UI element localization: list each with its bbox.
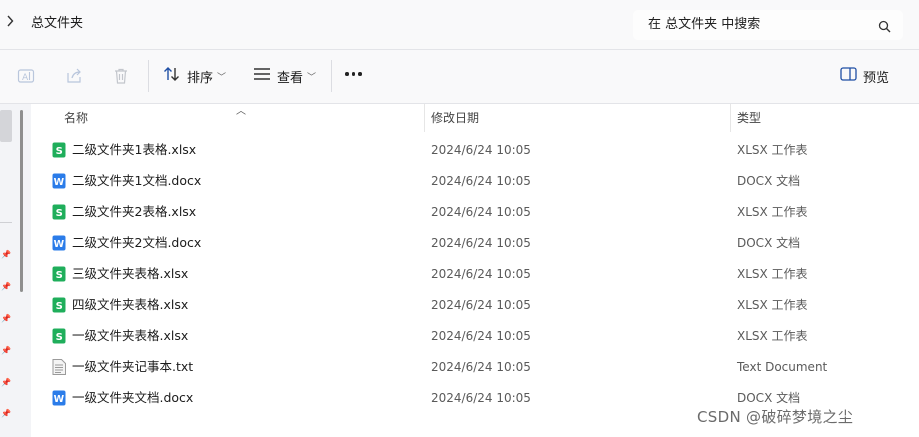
svg-text:S: S [56, 301, 63, 312]
nav-selected-item[interactable] [0, 110, 12, 142]
file-type: XLSX 工作表 [737, 143, 808, 157]
docx-icon: W [52, 235, 66, 251]
file-modified: 2024/6/24 10:05 [431, 329, 531, 343]
preview-button[interactable]: 预览 [840, 64, 889, 88]
delete-icon[interactable] [111, 66, 131, 86]
file-row[interactable]: S 三级文件夹表格.xlsx 2024/6/24 10:05 XLSX 工作表 [31, 259, 919, 290]
pin-icon: 📌 [1, 409, 11, 418]
column-divider[interactable] [730, 104, 731, 132]
preview-pane-icon [840, 67, 857, 85]
file-name: 二级文件夹1表格.xlsx [72, 142, 197, 157]
file-modified: 2024/6/24 10:05 [431, 174, 531, 188]
file-modified: 2024/6/24 10:05 [431, 143, 531, 157]
file-name: 二级文件夹2表格.xlsx [72, 204, 197, 219]
file-name: 一级文件夹表格.xlsx [72, 328, 189, 343]
column-header-type[interactable]: 类型 [737, 110, 761, 126]
view-list-icon [253, 67, 271, 85]
sort-label: 排序 [187, 70, 214, 86]
file-name: 二级文件夹2文档.docx [72, 235, 202, 250]
file-modified: 2024/6/24 10:05 [431, 236, 531, 250]
file-name: 一级文件夹记事本.txt [72, 359, 194, 374]
file-modified: 2024/6/24 10:05 [431, 391, 531, 405]
file-type: XLSX 工作表 [737, 267, 808, 281]
pin-icon: 📌 [1, 250, 11, 259]
navigation-pane: 📌 📌 📌 📌 📌 📌 [0, 104, 31, 437]
toolbar-divider [148, 60, 149, 92]
file-type: DOCX 文档 [737, 391, 801, 405]
svg-text:S: S [56, 270, 63, 281]
file-type: Text Document [737, 360, 828, 374]
xlsx-icon: S [52, 204, 66, 220]
file-modified: 2024/6/24 10:05 [431, 267, 531, 281]
expand-chevron-icon[interactable] [4, 15, 16, 33]
file-row[interactable]: S 二级文件夹1表格.xlsx 2024/6/24 10:05 XLSX 工作表 [31, 135, 919, 166]
toolbar-divider [331, 60, 332, 92]
file-row[interactable]: S 二级文件夹2表格.xlsx 2024/6/24 10:05 XLSX 工作表 [31, 197, 919, 228]
pin-icon: 📌 [1, 282, 11, 291]
sort-ascending-icon: ︿ [236, 106, 246, 117]
column-header-row: ︿ 名称 修改日期 类型 [31, 104, 919, 132]
column-divider[interactable] [424, 104, 425, 132]
file-type: XLSX 工作表 [737, 298, 808, 312]
file-name: 一级文件夹文档.docx [72, 390, 194, 405]
svg-text:W: W [54, 239, 65, 250]
file-name: 四级文件夹表格.xlsx [72, 297, 189, 312]
address-bar: 总文件夹 在 总文件夹 中搜索 [0, 0, 919, 50]
sort-icon [163, 66, 181, 86]
file-type: DOCX 文档 [737, 236, 801, 250]
file-row[interactable]: 一级文件夹记事本.txt 2024/6/24 10:05 Text Document [31, 352, 919, 383]
file-modified: 2024/6/24 10:05 [431, 360, 531, 374]
svg-text:S: S [56, 332, 63, 343]
pin-icon: 📌 [1, 346, 11, 355]
breadcrumb[interactable]: 总文件夹 [31, 15, 83, 33]
file-type: DOCX 文档 [737, 174, 801, 188]
svg-text:A: A [22, 73, 29, 83]
chevron-down-icon: ﹀ [217, 72, 227, 83]
view-label: 查看 [277, 70, 304, 86]
txt-icon [52, 359, 66, 375]
svg-text:W: W [54, 394, 65, 405]
file-name: 二级文件夹1文档.docx [72, 173, 202, 188]
file-row[interactable]: W 二级文件夹2文档.docx 2024/6/24 10:05 DOCX 文档 [31, 228, 919, 259]
file-type: XLSX 工作表 [737, 205, 808, 219]
file-type: XLSX 工作表 [737, 329, 808, 343]
svg-text:S: S [56, 146, 63, 157]
pin-icon: 📌 [1, 314, 11, 323]
command-bar: A 排序 ﹀ 查看 ﹀ 预览 [0, 50, 919, 104]
file-row[interactable]: S 四级文件夹表格.xlsx 2024/6/24 10:05 XLSX 工作表 [31, 290, 919, 321]
chevron-down-icon: ﹀ [307, 72, 317, 83]
svg-text:W: W [54, 177, 65, 188]
nav-scrollbar[interactable] [20, 110, 23, 292]
file-list: ︿ 名称 修改日期 类型 S 二级文件夹1表格.xlsx 2024/6/24 10:… [31, 104, 919, 437]
xlsx-icon: S [52, 142, 66, 158]
pin-icon: 📌 [1, 378, 11, 387]
view-button[interactable]: 查看 ﹀ [253, 64, 316, 88]
file-modified: 2024/6/24 10:05 [431, 205, 531, 219]
watermark: CSDN @破碎梦境之尘 [697, 408, 854, 426]
search-box[interactable]: 在 总文件夹 中搜索 [633, 10, 903, 40]
column-header-modified[interactable]: 修改日期 [431, 110, 479, 126]
xlsx-icon: S [52, 297, 66, 313]
preview-label: 预览 [863, 70, 890, 86]
file-name: 三级文件夹表格.xlsx [72, 266, 189, 281]
nav-divider [0, 222, 12, 223]
xlsx-icon: S [52, 266, 66, 282]
sort-button[interactable]: 排序 ﹀ [163, 64, 226, 88]
search-icon[interactable] [878, 18, 891, 37]
file-row[interactable]: S 一级文件夹表格.xlsx 2024/6/24 10:05 XLSX 工作表 [31, 321, 919, 352]
file-row[interactable]: W 二级文件夹1文档.docx 2024/6/24 10:05 DOCX 文档 [31, 166, 919, 197]
docx-icon: W [52, 390, 66, 406]
docx-icon: W [52, 173, 66, 189]
file-modified: 2024/6/24 10:05 [431, 298, 531, 312]
column-header-name[interactable]: 名称 [64, 110, 88, 126]
svg-text:S: S [56, 208, 63, 219]
rename-icon[interactable]: A [16, 66, 36, 86]
more-options-icon[interactable] [345, 72, 362, 76]
xlsx-icon: S [52, 328, 66, 344]
search-placeholder[interactable]: 在 总文件夹 中搜索 [648, 16, 760, 34]
share-icon[interactable] [64, 66, 84, 86]
